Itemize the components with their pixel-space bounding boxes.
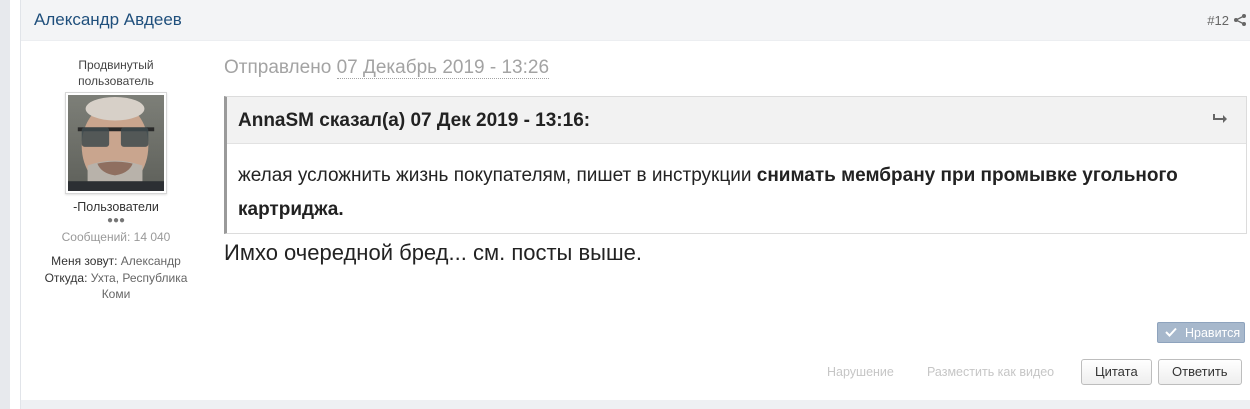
field-label: Меня зовут: [51, 254, 118, 268]
quote-text: желая усложнить жизнь покупателям, пишет… [238, 165, 757, 186]
page: Александр Авдеев #12 Продвинутый пользов… [0, 0, 1250, 409]
share-icon[interactable] [1233, 13, 1247, 27]
posted-date-line: Отправлено 07 Декабрь 2019 - 13:26 [224, 57, 1247, 79]
quote-block: AnnaSM сказал(а) 07 Дек 2019 - 13:16: же… [224, 96, 1247, 234]
quote-body: желая усложнить жизнь покупателям, пишет… [227, 144, 1246, 227]
author-rank: Продвинутый пользователь [78, 58, 154, 88]
like-button[interactable]: Нравится [1157, 322, 1245, 343]
quote-header: AnnaSM сказал(а) 07 Дек 2019 - 13:16: [227, 97, 1246, 144]
checkmark-icon [1165, 327, 1177, 337]
post-content: Отправлено 07 Декабрь 2019 - 13:26 AnnaS… [224, 57, 1247, 265]
quote-citation: AnnaSM сказал(а) 07 Дек 2019 - 13:16: [238, 110, 591, 131]
field-value: Александр [120, 254, 181, 268]
author-name-link[interactable]: Александр Авдеев [34, 10, 182, 30]
report-link[interactable]: Нарушение [827, 365, 894, 379]
embed-video-link[interactable]: Разместить как видео [927, 365, 1054, 379]
author-field-name: Меня зовут: Александр [41, 253, 191, 270]
author-avatar[interactable] [65, 92, 167, 194]
quote-button[interactable]: Цитата [1081, 359, 1152, 385]
forum-post: Александр Авдеев #12 Продвинутый пользов… [20, 0, 1250, 409]
rank-pips: ●●● [106, 215, 126, 226]
author-custom-fields: Меня зовут: Александр Откуда: Ухта, Респ… [41, 253, 191, 303]
reply-button[interactable]: Ответить [1158, 359, 1242, 385]
author-post-count: Сообщений: 14 040 [61, 230, 171, 244]
post-header: Александр Авдеев #12 [21, 0, 1250, 41]
post-body-text: Имхо очередной бред... см. посты выше. [224, 240, 642, 265]
field-value: Ухта, Республика Коми [90, 270, 188, 302]
author-field-location: Откуда: Ухта, Республика Коми [41, 270, 191, 303]
field-label: Откуда: [44, 270, 88, 285]
posted-label: Отправлено [224, 57, 332, 78]
posted-date: 07 Декабрь 2019 - 13:26 [336, 57, 550, 79]
left-rail [0, 0, 10, 409]
author-group: -Пользователи [73, 200, 159, 214]
like-label: Нравится [1185, 326, 1241, 340]
jump-to-quoted-post-icon[interactable] [1212, 111, 1230, 125]
post-footer-divider [21, 400, 1250, 409]
author-info: Продвинутый пользователь -Пользователи ●… [41, 57, 191, 303]
post-number-link[interactable]: #12 [1207, 13, 1229, 28]
